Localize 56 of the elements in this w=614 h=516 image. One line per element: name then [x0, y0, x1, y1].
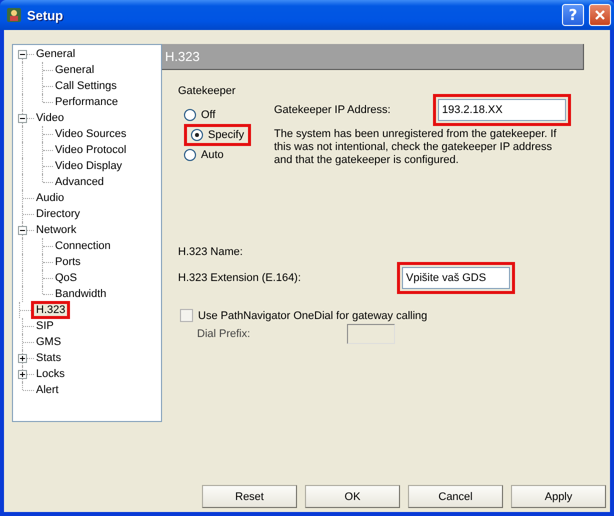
- tree-item[interactable]: Video Sources: [53, 127, 128, 141]
- help-button[interactable]: ?: [562, 4, 584, 26]
- radio-icon[interactable]: [191, 129, 203, 141]
- tree-item[interactable]: Ports: [53, 255, 83, 269]
- radio-button[interactable]: Specify: [189, 128, 246, 142]
- tree-item[interactable]: Call Settings: [53, 79, 119, 93]
- expand-icon[interactable]: [18, 354, 27, 363]
- app-icon: [6, 7, 22, 23]
- tree-item[interactable]: Video Protocol: [53, 143, 128, 157]
- tree-item[interactable]: H.323: [34, 304, 68, 316]
- tree-item[interactable]: SIP: [34, 319, 56, 333]
- input-field[interactable]: Vpišite vaš GDS: [402, 267, 510, 289]
- field-label: H.323 Name:: [178, 245, 244, 259]
- tree-item[interactable]: General: [53, 63, 96, 77]
- dialog-button[interactable]: Cancel: [408, 485, 503, 508]
- input-field[interactable]: 193.2.18.XX: [438, 99, 566, 121]
- radio-label: Auto: [201, 148, 224, 162]
- field-label: Gatekeeper IP Address:: [274, 104, 392, 116]
- tree-item[interactable]: QoS: [53, 271, 80, 285]
- dialog-button[interactable]: Apply: [511, 485, 606, 508]
- group-label: Gatekeeper: [178, 84, 236, 98]
- field-label: Dial Prefix:: [197, 328, 252, 340]
- tree-item[interactable]: Video: [34, 111, 66, 125]
- status-message: The system has been unregistered from the gatekeeper. If this was not intentional, check the gatekeeper IP address and that the gatekeeper is configured.: [274, 128, 558, 167]
- tree-item[interactable]: Connection: [53, 239, 113, 253]
- radio-label: Specify: [208, 128, 244, 142]
- field-label: H.323 Extension (E.164):: [178, 272, 302, 284]
- radio-icon[interactable]: [184, 109, 196, 121]
- tree-item[interactable]: General: [34, 47, 78, 61]
- section-title: H.323: [165, 48, 200, 64]
- close-icon: [594, 9, 606, 21]
- dialog-button[interactable]: OK: [305, 485, 400, 508]
- tree-item[interactable]: Audio: [34, 191, 66, 205]
- radio-button[interactable]: Auto: [184, 148, 224, 162]
- collapse-icon[interactable]: [18, 226, 27, 235]
- radio-button[interactable]: Off: [184, 108, 216, 122]
- dialog-button[interactable]: Reset: [202, 485, 297, 508]
- tree-item[interactable]: GMS: [34, 335, 64, 349]
- collapse-icon[interactable]: [18, 50, 27, 59]
- checkbox[interactable]: [180, 309, 193, 322]
- window-title: Setup: [27, 8, 64, 22]
- tree-item[interactable]: Network: [34, 223, 78, 237]
- expand-icon[interactable]: [18, 370, 27, 379]
- tree-item[interactable]: Bandwidth: [53, 287, 108, 301]
- tree-item[interactable]: Stats: [34, 351, 64, 365]
- radio-label: Off: [201, 108, 216, 122]
- checkbox-label: Use PathNavigator OneDial for gateway calling: [198, 310, 428, 322]
- tree-item[interactable]: Directory: [34, 207, 82, 221]
- collapse-icon[interactable]: [18, 114, 27, 123]
- tree-item[interactable]: Advanced: [53, 175, 106, 189]
- close-button[interactable]: [589, 4, 611, 26]
- tree-item[interactable]: Locks: [34, 367, 67, 381]
- radio-icon[interactable]: [184, 149, 196, 161]
- tree-item[interactable]: Alert: [34, 383, 61, 397]
- tree-item[interactable]: Performance: [53, 95, 120, 109]
- tree-item[interactable]: Video Display: [53, 159, 124, 173]
